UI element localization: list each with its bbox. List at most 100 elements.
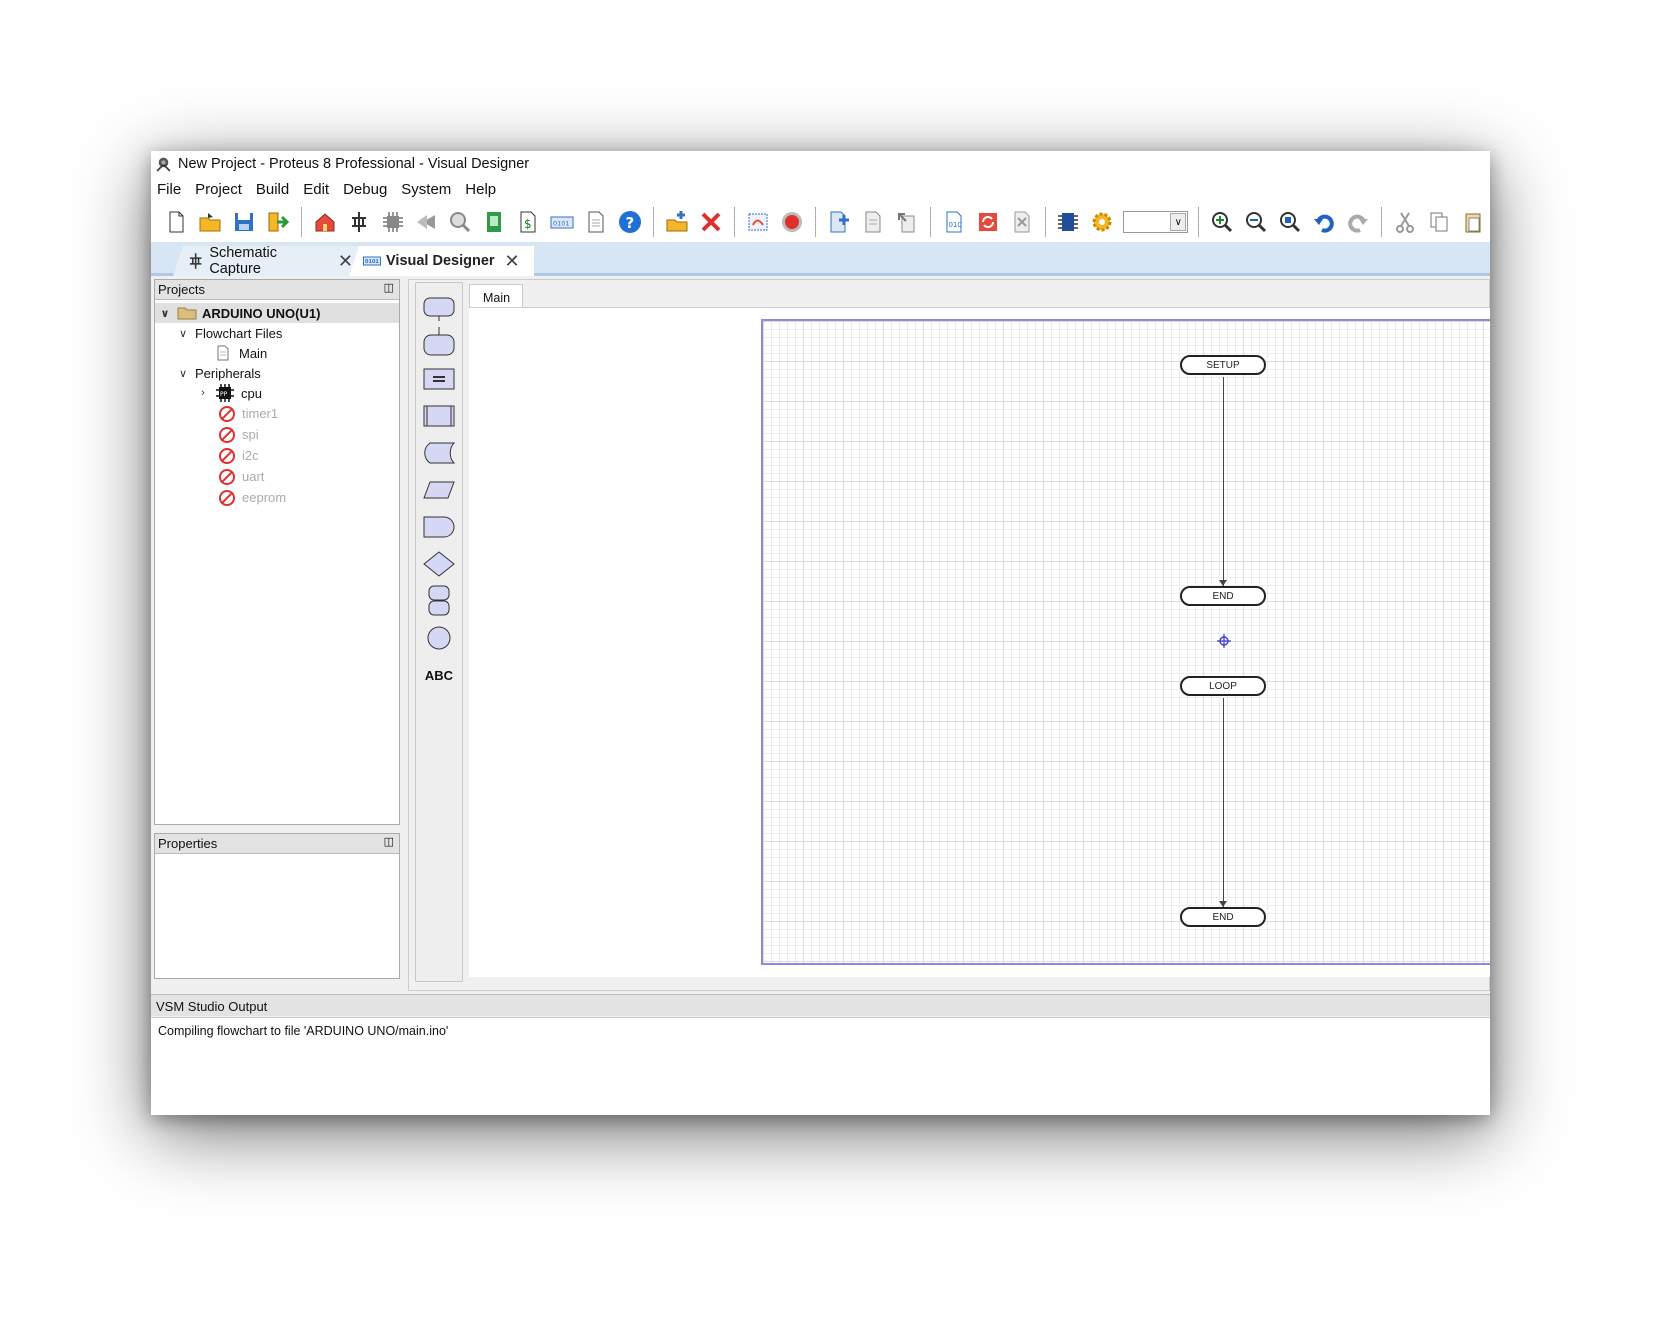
menu-debug[interactable]: Debug <box>343 181 387 198</box>
zoom-fit-icon[interactable] <box>1277 209 1303 235</box>
end-terminal[interactable]: END <box>1180 907 1266 927</box>
toolbar-separator <box>300 207 302 237</box>
cpu-icon[interactable] <box>1056 209 1082 235</box>
edit-flowchart-icon[interactable] <box>745 209 771 235</box>
menu-build[interactable]: Build <box>256 181 289 198</box>
toolbar-separator <box>653 207 655 237</box>
build-project-icon[interactable]: 010 <box>941 209 967 235</box>
menu-project[interactable]: Project <box>195 181 242 198</box>
tree-item-label: spi <box>242 427 259 442</box>
event-block-icon[interactable] <box>420 295 458 321</box>
disabled-icon <box>219 405 235 422</box>
close-icon[interactable]: ✕ <box>505 251 520 272</box>
text-tool-button[interactable]: ABC <box>420 668 458 683</box>
decision-block-icon[interactable] <box>420 551 458 577</box>
output-line: Compiling flowchart to file 'ARDUINO UNO… <box>158 1024 449 1038</box>
delay-block-icon[interactable] <box>420 515 458 539</box>
disabled-icon <box>219 447 235 464</box>
copy-icon[interactable] <box>1426 209 1452 235</box>
new-file-icon[interactable] <box>163 209 189 235</box>
projects-panel: Projects ◫ ∨ ARDUINO UNO(U1) ∨ Flowchart … <box>154 279 400 825</box>
delete-icon[interactable] <box>698 209 724 235</box>
export-icon[interactable] <box>894 209 920 235</box>
design-explorer-icon[interactable]: $ <box>515 209 541 235</box>
shape-palette: ABC <box>415 282 463 982</box>
tree-item-label: Peripherals <box>195 365 261 381</box>
assignment-block-icon[interactable] <box>420 367 458 391</box>
connector-block-icon[interactable] <box>420 625 458 651</box>
chevron-down-icon[interactable]: ∨ <box>157 307 173 320</box>
help-icon[interactable]: ? <box>617 209 643 235</box>
zoom-in-icon[interactable] <box>1209 209 1235 235</box>
end-terminal[interactable]: END <box>1180 586 1266 606</box>
tree-item-spi[interactable]: spi <box>155 424 399 445</box>
menu-help[interactable]: Help <box>465 181 496 198</box>
add-peripheral-icon[interactable] <box>664 209 690 235</box>
svg-text:0101: 0101 <box>365 259 379 265</box>
tab-main[interactable]: Main <box>469 284 523 308</box>
tree-item-eeprom[interactable]: eeprom <box>155 487 399 508</box>
crosshair-icon <box>1217 634 1231 648</box>
import-icon[interactable] <box>265 209 291 235</box>
gerber-icon[interactable] <box>414 209 440 235</box>
tree-item-peripherals[interactable]: ∨ Peripherals <box>155 363 399 383</box>
zoom-level-select[interactable]: ∨ <box>1123 211 1189 233</box>
close-icon[interactable]: ✕ <box>338 251 353 272</box>
loop-terminal[interactable]: LOOP <box>1180 676 1266 696</box>
tree-item-main[interactable]: Main <box>155 343 399 363</box>
proteus-app-icon <box>156 157 171 172</box>
loop-block-icon[interactable] <box>420 584 458 618</box>
tools-icon[interactable] <box>1009 209 1035 235</box>
cut-icon[interactable] <box>1392 209 1418 235</box>
chevron-right-icon[interactable]: › <box>195 387 211 399</box>
new-sheet-icon[interactable] <box>826 209 852 235</box>
paste-icon[interactable] <box>1460 209 1486 235</box>
tree-item-timer1[interactable]: timer1 <box>155 403 399 424</box>
bom-icon[interactable] <box>481 209 507 235</box>
page-icon[interactable] <box>860 209 886 235</box>
pin-icon[interactable]: ◫ <box>384 281 394 294</box>
toolbar-separator <box>1044 207 1046 237</box>
open-folder-icon[interactable] <box>197 209 223 235</box>
io-block-icon[interactable] <box>420 478 458 502</box>
projects-panel-header: Projects ◫ <box>155 280 399 300</box>
notes-icon[interactable] <box>583 209 609 235</box>
setup-terminal[interactable]: SETUP <box>1180 355 1266 375</box>
storage-block-icon[interactable] <box>420 441 458 465</box>
process-block-icon[interactable] <box>420 404 458 428</box>
stop-icon[interactable] <box>779 209 805 235</box>
chevron-down-icon[interactable]: ∨ <box>175 367 191 380</box>
tree-item-label: uart <box>242 469 265 484</box>
tree-item-uart[interactable]: uart <box>155 466 399 487</box>
3d-viewer-icon[interactable] <box>448 209 474 235</box>
chevron-down-icon[interactable]: ∨ <box>175 327 191 340</box>
save-icon[interactable] <box>231 209 257 235</box>
zoom-out-icon[interactable] <box>1243 209 1269 235</box>
home-icon[interactable] <box>312 209 338 235</box>
refresh-icon[interactable] <box>975 209 1001 235</box>
tree-item-i2c[interactable]: i2c <box>155 445 399 466</box>
pin-icon[interactable]: ◫ <box>384 835 394 848</box>
source-code-icon[interactable]: 0101 <box>549 209 575 235</box>
tab-visual-designer[interactable]: 0101 Visual Designer ✕ <box>349 246 534 276</box>
chevron-down-icon[interactable]: ∨ <box>1170 213 1187 231</box>
output-panel: Compiling flowchart to file 'ARDUINO UNO… <box>151 1017 1490 1115</box>
tree-item-label: i2c <box>242 448 259 463</box>
subroutine-call-icon[interactable] <box>420 327 458 359</box>
menu-file[interactable]: File <box>157 181 181 198</box>
flowchart-sheet[interactable]: SETUP END LOOP END <box>761 319 1490 965</box>
tree-item-flowchart-files[interactable]: ∨ Flowchart Files <box>155 323 399 343</box>
menu-system[interactable]: System <box>401 181 451 198</box>
svg-text:010: 010 <box>948 221 961 229</box>
undo-icon[interactable] <box>1311 209 1337 235</box>
tree-item-root[interactable]: ∨ ARDUINO UNO(U1) <box>155 303 399 323</box>
redo-icon[interactable] <box>1345 209 1371 235</box>
schematic-icon[interactable] <box>346 209 372 235</box>
menu-edit[interactable]: Edit <box>303 181 329 198</box>
tab-schematic-capture[interactable]: Schematic Capture ✕ <box>173 246 363 276</box>
settings-icon[interactable] <box>1089 209 1115 235</box>
tree-item-cpu[interactable]: › PP cpu <box>155 383 399 403</box>
tree-item-label: cpu <box>241 385 262 401</box>
properties-panel: Properties ◫ <box>154 833 400 979</box>
chip-icon[interactable] <box>380 209 406 235</box>
